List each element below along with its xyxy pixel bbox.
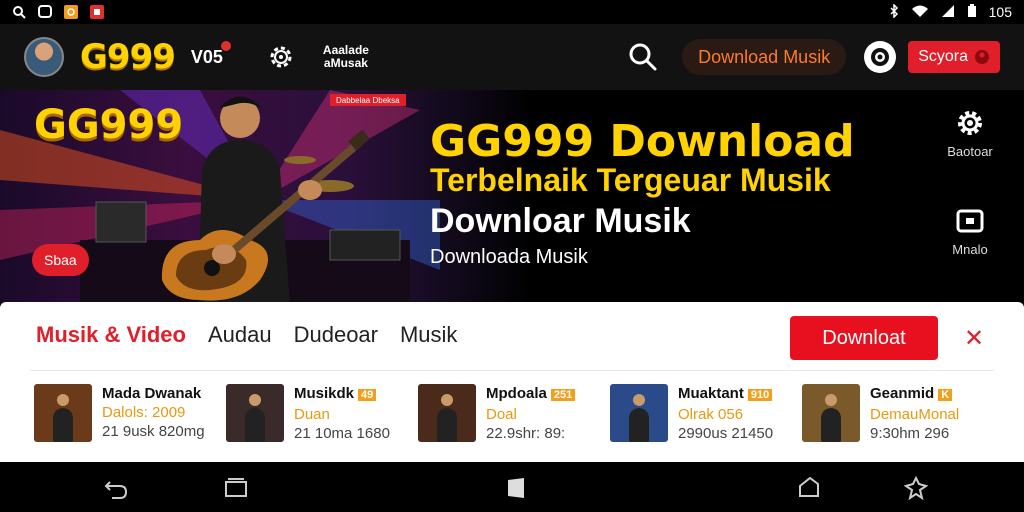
item-artist: Doal	[486, 406, 517, 423]
item-badge: K	[938, 389, 953, 401]
wifi-icon	[911, 4, 929, 21]
item-title: Mpdoala 251	[486, 384, 576, 405]
item-details: 2990us 21450	[678, 425, 774, 442]
rotate-icon[interactable]	[796, 476, 820, 500]
tab-dudeoar[interactable]: Dudeoar	[294, 322, 378, 348]
close-icon[interactable]: ✕	[964, 324, 984, 353]
list-item[interactable]: Mpdoala 251 Doal 22.9shr: 89:	[418, 384, 610, 443]
system-nav-bar	[0, 462, 1024, 512]
notification-dot	[220, 40, 231, 51]
settings-button[interactable]	[864, 41, 897, 73]
nav-vos-label: V05	[190, 46, 223, 67]
chat-notification-icon	[38, 5, 52, 19]
item-details: 22.9shr: 89:	[486, 425, 566, 442]
hero-banner[interactable]: GG999 Dabbelaa Dbeksa Sbaa GG999 Downloa…	[0, 90, 1024, 304]
user-badge-icon	[975, 50, 989, 64]
item-artist: DemauMonal	[870, 406, 960, 423]
nav-music[interactable]: Aaalade aMusak	[323, 44, 369, 70]
list-item[interactable]: Geanmid K DemauMonal 9:30hm 296	[802, 384, 994, 443]
gear-icon	[958, 111, 982, 135]
hero-title: GG999 Download	[430, 116, 855, 167]
album-thumbnail	[34, 384, 92, 442]
item-details: 21 9usk 820mg	[102, 423, 205, 440]
bluetooth-icon	[889, 2, 899, 21]
tab-musik[interactable]: Musik	[400, 322, 457, 348]
item-title: Muaktant 910	[678, 384, 773, 405]
tab-musik-video[interactable]: Musik & Video	[36, 322, 186, 348]
divider	[30, 370, 994, 371]
item-artist: Duan	[294, 406, 330, 423]
item-details: 21 10ma 1680	[294, 425, 390, 442]
album-thumbnail	[418, 384, 476, 442]
status-bar: 105	[0, 0, 1024, 24]
home-icon[interactable]	[504, 476, 528, 500]
app-logo[interactable]: G999	[80, 37, 176, 77]
item-title: Geanmid K	[870, 384, 959, 405]
side-media-label: Mnalo	[952, 242, 988, 257]
item-title: Mada Dwanak	[102, 385, 202, 402]
download-music-button[interactable]: Download Musik	[682, 39, 847, 75]
back-icon[interactable]	[104, 476, 128, 500]
avatar[interactable]	[24, 37, 64, 77]
item-details: 9:30hm 296	[870, 425, 950, 442]
signup-label: Scyora	[918, 48, 968, 65]
side-settings-button[interactable]: Baotoar	[936, 108, 1004, 159]
signal-icon	[941, 4, 955, 21]
item-badge: 910	[747, 389, 773, 401]
media-list: Mada Dwanak Dalols: 2009 21 9usk 820mg M…	[34, 384, 994, 443]
item-artist: Olrak 056	[678, 406, 744, 423]
gear-icon[interactable]	[267, 43, 295, 71]
category-tabs: Musik & Video Audau Dudeoar Musik	[36, 322, 457, 348]
search-icon[interactable]	[628, 42, 658, 72]
hero-subtitle-1: Terbelnaik Tergeuar Musik	[430, 162, 831, 198]
media-icon	[956, 209, 984, 233]
side-settings-label: Baotoar	[947, 144, 993, 159]
cog-icon	[871, 48, 890, 66]
item-title: Musikdk 49	[294, 384, 390, 405]
content-panel: Musik & Video Audau Dudeoar Musik Downlo…	[0, 302, 1024, 462]
pdf-notification-icon	[90, 5, 104, 19]
tab-audau[interactable]: Audau	[208, 322, 272, 348]
item-artist: Dalols: 2009	[102, 404, 186, 421]
hero-pill-button[interactable]: Sbaa	[32, 244, 89, 276]
guitarist-image	[161, 96, 370, 304]
nav-vos[interactable]: V05	[190, 40, 231, 68]
recents-icon[interactable]	[224, 476, 248, 500]
battery-icon	[967, 3, 977, 21]
accessibility-icon[interactable]	[904, 476, 928, 500]
search-notification-icon	[12, 5, 26, 19]
download-button[interactable]: Downloat	[790, 316, 938, 360]
clock: 105	[988, 4, 1012, 20]
hero-subtitle-3: Downloada Musik	[430, 246, 588, 268]
hero-subtitle-2: Downloar Musik	[430, 202, 691, 240]
list-item[interactable]: Mada Dwanak Dalols: 2009 21 9usk 820mg	[34, 384, 226, 443]
list-item[interactable]: Muaktant 910 Olrak 056 2990us 21450	[610, 384, 802, 443]
item-badge: 49	[358, 389, 377, 401]
app-notification-icon	[64, 5, 78, 19]
nav-music-line2: aMusak	[323, 56, 368, 70]
app-bar: G999 V05 Aaalade aMusak Download Musik S…	[0, 24, 1024, 90]
album-thumbnail	[610, 384, 668, 442]
album-thumbnail	[802, 384, 860, 442]
item-badge: 251	[550, 389, 576, 401]
side-media-button[interactable]: Mnalo	[936, 206, 1004, 257]
album-thumbnail	[226, 384, 284, 442]
signup-button[interactable]: Scyora	[908, 41, 1000, 73]
list-item[interactable]: Musikdk 49 Duan 21 10ma 1680	[226, 384, 418, 443]
